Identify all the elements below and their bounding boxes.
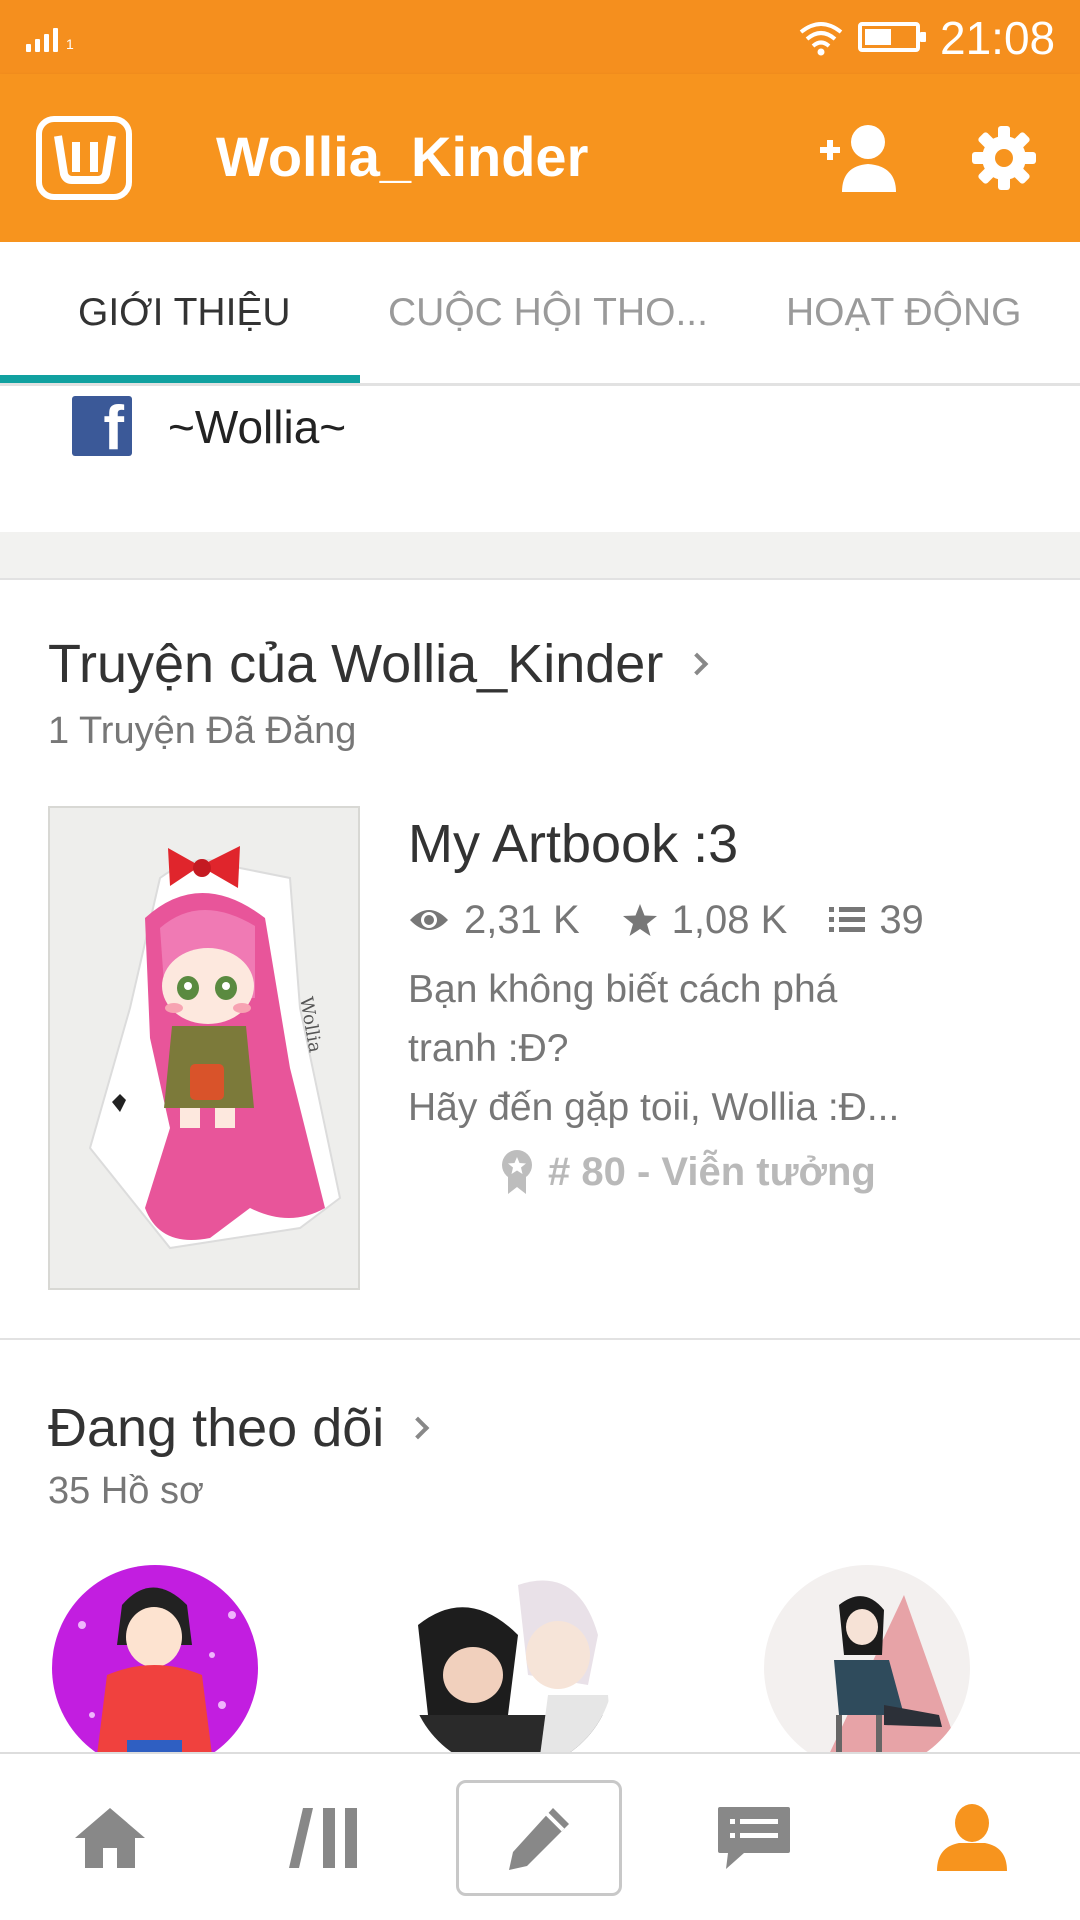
library-icon[interactable] [266,1754,386,1920]
star-icon [622,904,657,936]
stories-section-header[interactable]: Truyện của Wollia_Kinder [48,632,709,696]
reads-stat: 2,31 K [408,898,580,943]
signal-label: 1 [66,36,74,52]
wifi-icon [799,22,843,56]
reads-count: 2,31 K [464,897,580,942]
following-avatar[interactable] [408,1565,614,1771]
facebook-icon: f [72,396,132,456]
book-description: Bạn không biết cách phá tranh :Đ? Hãy đế… [408,960,928,1137]
profile-tabs: GIỚI THIỆU CUỘC HỘI THO... HOẠT ĐỘNG [0,242,1080,386]
profile-username: Wollia_Kinder [216,125,589,188]
following-avatar[interactable] [764,1565,970,1771]
book-title[interactable]: My Artbook :3 [408,812,738,876]
add-user-icon[interactable] [816,120,900,196]
wattpad-logo-icon[interactable] [36,116,132,200]
eye-icon [410,910,448,930]
status-time: 21:08 [940,12,1056,64]
facebook-name: ~Wollia~ [168,401,347,453]
bottom-navigation [0,1752,1080,1920]
app-bar: Wollia_Kinder [0,74,1080,242]
section-divider [0,532,1080,580]
parts-count: 39 [879,897,924,942]
home-icon[interactable] [50,1754,170,1920]
book-stats: 2,31 K 1,08 K 39 [408,896,966,944]
description-line: Hãy đến gặp toii, Wollia :Đ... [408,1086,900,1129]
following-avatar[interactable] [52,1565,258,1771]
tab-indicator [0,375,360,383]
stories-count: 1 Truyện Đã Đăng [48,710,357,752]
tab-activity[interactable]: HOẠT ĐỘNG [786,290,1021,336]
stories-section-title: Truyện của Wollia_Kinder [48,634,664,694]
following-section-header[interactable]: Đang theo dõi [48,1396,430,1460]
following-section-title: Đang theo dõi [48,1398,385,1458]
description-line: Bạn không biết cách phá [408,968,838,1011]
list-icon [829,907,866,932]
write-icon [509,1808,569,1870]
book-rank: # 80 - Viễn tưởng [500,1146,876,1198]
signal-icon [26,26,58,52]
description-line: tranh :Đ? [408,1027,569,1070]
profile-icon[interactable] [912,1754,1032,1920]
book-cover[interactable]: Wollia [48,806,360,1290]
tab-about[interactable]: GIỚI THIỆU [78,290,291,336]
ribbon-icon [502,1150,532,1194]
parts-stat: 39 [829,898,924,943]
section-divider [0,1338,1080,1340]
votes-count: 1,08 K [671,897,788,942]
rank-label: # 80 - Viễn tưởng [548,1149,876,1194]
status-bar: 1 21:08 [0,0,1080,74]
chevron-right-icon [685,652,709,676]
write-button[interactable] [456,1780,622,1896]
following-count: 35 Hồ sơ [48,1470,204,1512]
tab-conversations[interactable]: CUỘC HỘI THO... [388,290,708,336]
settings-icon[interactable] [970,124,1038,192]
chevron-right-icon [406,1416,430,1440]
messages-icon[interactable] [694,1754,814,1920]
battery-icon [858,22,926,52]
votes-stat: 1,08 K [622,897,788,943]
facebook-link[interactable]: f ~Wollia~ [0,386,1080,532]
